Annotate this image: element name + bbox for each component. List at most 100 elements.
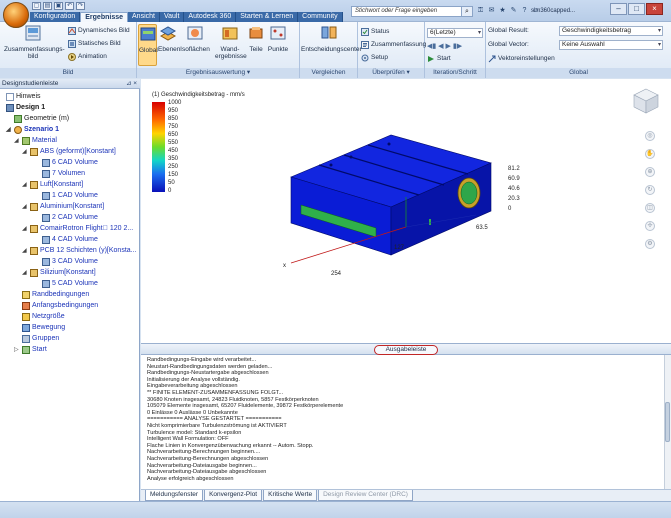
tree-volume-3[interactable]: 3 CAD Volume	[42, 257, 98, 267]
tree-hinweis[interactable]: Hinweis	[6, 92, 41, 102]
pan-icon[interactable]: ✋	[645, 149, 655, 159]
global-result-select[interactable]: Geschwindigkeitsbetrag ▾	[559, 26, 663, 36]
zoom-icon[interactable]: ⊕	[645, 167, 655, 177]
steering-wheel-icon[interactable]: ◎	[645, 131, 655, 141]
settings-icon[interactable]: ⚙	[645, 239, 655, 249]
collapse-icon[interactable]: ◢	[22, 224, 28, 234]
user-name[interactable]: sim360capped...	[531, 5, 611, 17]
cad-volume-icon	[42, 214, 50, 222]
isosurface-icon	[187, 26, 203, 40]
animation-button[interactable]: Animation	[68, 52, 107, 62]
redo-icon[interactable]: ↷	[76, 2, 85, 10]
zusammenfassungsbild-button[interactable]: Zusammenfassungs-bild	[4, 24, 65, 60]
zusammenfassung-button[interactable]: Zusammenfassung	[361, 40, 426, 50]
group-bild: Zusammenfassungs-bild Dynamisches Bild S…	[0, 22, 137, 78]
tab-konvergenz-plot[interactable]: Konvergenz-Plot	[204, 490, 263, 501]
model-3d-view[interactable]: x 127 63.5 254	[271, 127, 531, 297]
close-icon[interactable]: ×	[646, 3, 663, 15]
communication-icon[interactable]: ✉	[487, 6, 496, 16]
dynamisches-bild-button[interactable]: Dynamisches Bild	[68, 26, 130, 36]
global-button[interactable]: Global	[138, 24, 158, 66]
tab-vault[interactable]: Vault	[159, 12, 185, 22]
favorites-icon[interactable]: ★	[498, 6, 507, 16]
center-icon[interactable]: ✢	[645, 221, 655, 231]
wandergebnisse-button[interactable]: Wand-ergebnisse	[215, 24, 247, 60]
tree-szenario-1[interactable]: ◢ Szenario 1	[6, 125, 59, 135]
application-menu-button[interactable]	[3, 2, 29, 28]
save-icon[interactable]: ▣	[54, 2, 63, 10]
isoflaechen-button[interactable]: Isoflächen	[180, 24, 210, 53]
tree-volume-1[interactable]: 1 CAD Volume	[42, 191, 98, 201]
tree-netzgroesse[interactable]: Netzgröße	[22, 312, 65, 322]
tree-volume-2[interactable]: 2 CAD Volume	[42, 213, 98, 223]
collapse-icon[interactable]: ◢	[22, 147, 28, 157]
tree-material-aluminium[interactable]: ◢ Aluminium[Konstant]	[22, 202, 104, 212]
tab-ergebnisse[interactable]: Ergebnisse	[80, 12, 129, 22]
ebenen-button[interactable]: Ebenen	[158, 24, 180, 53]
collapse-icon[interactable]: ◢	[22, 202, 28, 212]
tree-volume-4[interactable]: 4 CAD Volume	[42, 235, 98, 245]
tab-community[interactable]: Community	[298, 12, 343, 22]
setup-label: Setup	[371, 54, 388, 61]
collapse-icon[interactable]: ◢	[6, 125, 12, 135]
tab-meldungsfenster[interactable]: Meldungsfenster	[145, 490, 204, 501]
start-button[interactable]: Start	[427, 54, 451, 64]
tab-konfiguration[interactable]: Konfiguration	[30, 12, 81, 22]
statisches-bild-button[interactable]: Statisches Bild	[68, 39, 121, 49]
binoculars-icon[interactable]: ⌕	[461, 6, 473, 17]
undo-icon[interactable]: ↶	[65, 2, 74, 10]
expand-icon[interactable]: ▷	[14, 345, 20, 355]
tab-autodesk-360[interactable]: Autodesk 360	[184, 12, 237, 22]
entscheidungscenter-button[interactable]: Entscheidungscenter	[301, 24, 362, 53]
iteration-select[interactable]: 6(Letzte) ▾	[427, 28, 483, 38]
tree-randbedingungen[interactable]: Randbedingungen	[22, 290, 89, 300]
collapse-icon[interactable]: ◢	[22, 246, 28, 256]
tab-starten-lernen[interactable]: Starten & Lernen	[236, 12, 299, 22]
collapse-icon[interactable]: ◢	[22, 268, 28, 278]
tree-material-luft[interactable]: ◢ Luft[Konstant]	[22, 180, 83, 190]
look-at-icon[interactable]: ◫	[645, 203, 655, 213]
maximize-icon[interactable]: □	[628, 3, 645, 15]
orbit-icon[interactable]: ↻	[645, 185, 655, 195]
tree-geometrie[interactable]: Geometrie (m)	[14, 114, 69, 124]
status-button[interactable]: Status	[361, 27, 389, 37]
tree-design-1[interactable]: Design 1	[6, 103, 45, 113]
iteration-prev-button[interactable]: ◀▮ ◀ ▶ ▮▶	[427, 42, 462, 52]
graphics-viewport[interactable]: (1) Geschwindigkeitsbetrag - mm/s 1000 9…	[141, 79, 671, 343]
collapse-icon[interactable]: ◢	[22, 180, 28, 190]
tree-start[interactable]: ▷ Start	[14, 345, 47, 355]
minimize-icon[interactable]: –	[610, 3, 627, 15]
tab-kritische-werte[interactable]: Kritische Werte	[263, 490, 318, 501]
help-search-input[interactable]: Stichwort oder Frage eingeben	[351, 6, 462, 17]
tree-material-silizium[interactable]: ◢ Silizium[Konstant]	[22, 268, 96, 278]
output-bar-title[interactable]: Ausgabeleiste	[374, 345, 438, 355]
setup-button[interactable]: Setup	[361, 53, 388, 63]
tab-design-review-center[interactable]: Design Review Center (DRC)	[318, 490, 413, 501]
tools-icon[interactable]: ✎	[509, 6, 518, 16]
teile-button[interactable]: Teile	[247, 24, 265, 53]
help-icon[interactable]: ?	[520, 6, 529, 16]
output-scrollbar-thumb[interactable]	[665, 402, 670, 442]
tree-anfangsbedingungen[interactable]: Anfangsbedingungen	[22, 301, 98, 311]
global-vector-select[interactable]: Keine Auswahl ▾	[559, 40, 663, 50]
tree-material-fan[interactable]: ◢ ComairRotron Flight  120 2...	[22, 224, 133, 234]
punkte-button[interactable]: Punkte	[267, 24, 289, 53]
collapse-icon[interactable]: ◢	[14, 136, 20, 146]
vektoreinstellungen-button[interactable]: Vektoreinstellungen	[488, 54, 555, 64]
subscription-icon[interactable]: ⚿	[476, 6, 485, 16]
open-icon[interactable]: ▤	[43, 2, 52, 10]
tree-volume-5[interactable]: 5 CAD Volume	[42, 279, 98, 289]
tree-material-pcb[interactable]: ◢ PCB 12 Schichten (y)[Konsta...	[22, 246, 137, 256]
tree-volume-7[interactable]: 7 Volumen	[42, 169, 85, 179]
tab-ansicht[interactable]: Ansicht	[128, 12, 160, 22]
output-log[interactable]: Randbedingungs-Eingabe wird verarbeitet.…	[141, 355, 664, 489]
tree-gruppen[interactable]: Gruppen	[22, 334, 59, 344]
tree-bewegung[interactable]: Bewegung	[22, 323, 65, 333]
tree-volume-6[interactable]: 6 CAD Volume	[42, 158, 98, 168]
panel-pin-close-icon[interactable]: ⊿ ×	[126, 79, 137, 89]
tree-material-abs[interactable]: ◢ ABS (geformt)[Konstant]	[22, 147, 116, 157]
new-icon[interactable]: ▢	[32, 2, 41, 10]
tree-material[interactable]: ◢ Material	[14, 136, 57, 146]
log-line: Neustart-Randbedingungsdaten werden gela…	[147, 363, 273, 370]
view-cube[interactable]	[632, 87, 660, 115]
